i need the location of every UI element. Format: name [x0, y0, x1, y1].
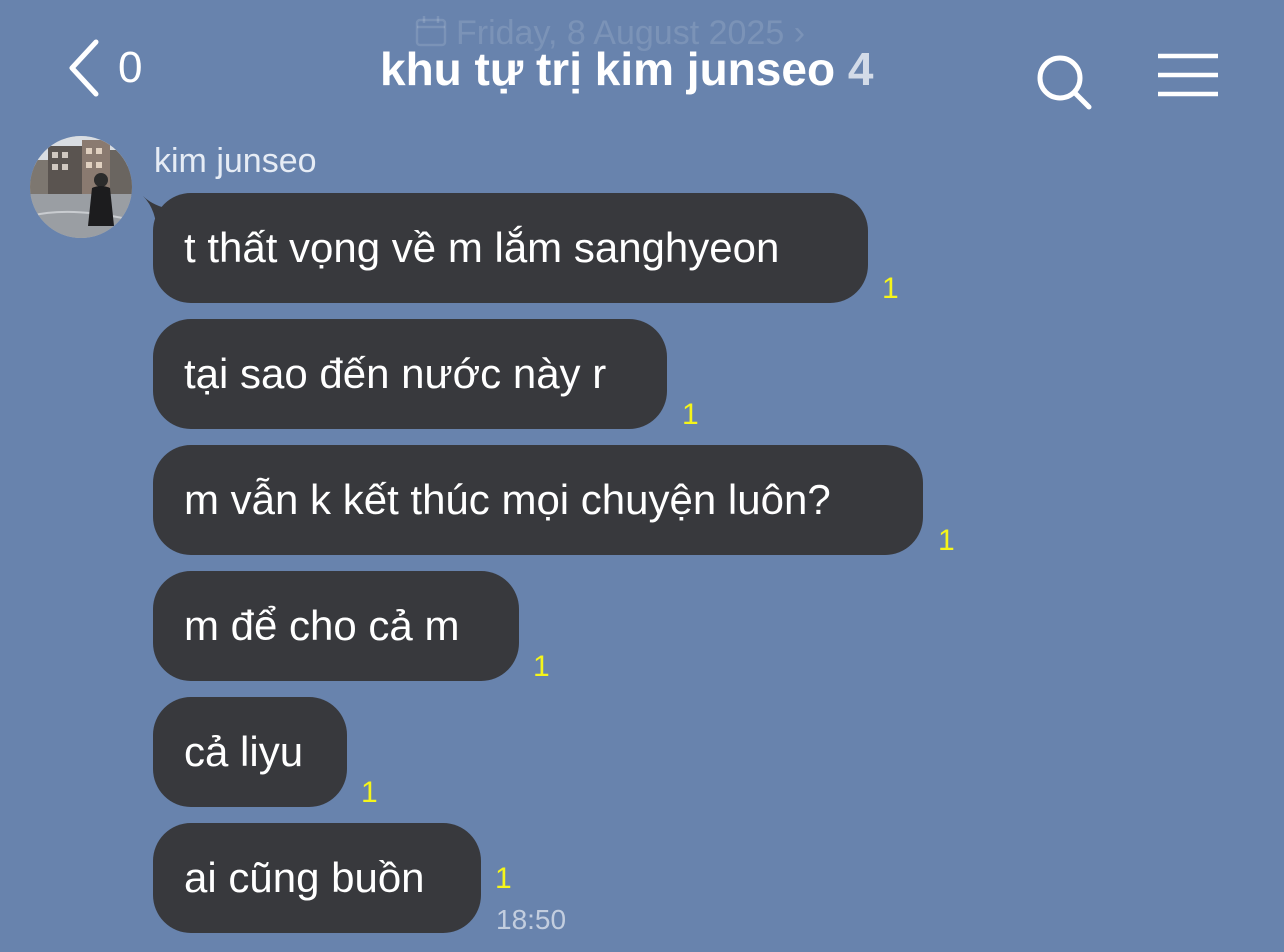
chat-title[interactable]: khu tự trị kim junseo 4	[380, 42, 873, 96]
message-bubble[interactable]: m để cho cả m	[153, 571, 519, 681]
unread-count: 1	[882, 272, 899, 305]
message-bubble[interactable]: cả liyu	[153, 697, 347, 807]
message-bubble[interactable]: m vẫn k kết thúc mọi chuyện luôn?	[153, 445, 923, 555]
message-text: ai cũng buồn	[184, 854, 425, 901]
search-button[interactable]	[1034, 52, 1094, 112]
unread-count: 1	[682, 398, 699, 431]
message-text: cả liyu	[184, 728, 304, 775]
message-bubble[interactable]: tại sao đến nước này r	[153, 319, 667, 429]
chat-name: khu tự trị kim junseo	[380, 43, 836, 95]
back-button[interactable]: 0	[66, 38, 142, 98]
back-unread-count: 0	[118, 43, 143, 92]
member-count: 4	[847, 43, 874, 95]
message-text: m để cho cả m	[184, 602, 460, 649]
chevron-left-icon	[69, 39, 99, 97]
unread-count: 1	[495, 862, 512, 895]
unread-count: 1	[361, 776, 378, 809]
message-bubble[interactable]: ai cũng buồn	[153, 823, 481, 933]
hamburger-menu-icon	[1158, 53, 1218, 97]
message-text: t thất vọng về m lắm sanghyeon	[184, 224, 780, 271]
message-bubble[interactable]: t thất vọng về m lắm sanghyeon	[153, 193, 868, 303]
menu-button[interactable]	[1156, 52, 1220, 102]
message-text: m vẫn k kết thúc mọi chuyện luôn?	[184, 476, 831, 523]
avatar[interactable]	[30, 136, 132, 238]
search-icon	[1037, 55, 1092, 110]
unread-count: 1	[938, 524, 955, 557]
unread-count: 1	[533, 650, 550, 683]
message-text: tại sao đến nước này r	[184, 350, 607, 397]
message-time: 18:50	[496, 904, 567, 935]
sender-name: kim junseo	[154, 142, 317, 180]
